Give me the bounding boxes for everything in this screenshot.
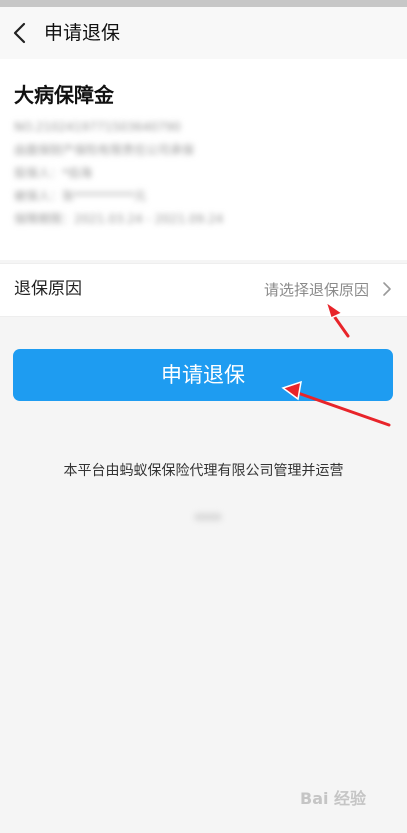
policy-title: 大病保障金 bbox=[14, 83, 114, 107]
refund-reason-select[interactable]: 请选择退保原因 bbox=[264, 279, 369, 301]
chevron-left-icon bbox=[13, 22, 26, 44]
policy-insurer: 由面保财产保险有限责任公司承保 bbox=[14, 143, 195, 157]
blurred-element bbox=[194, 513, 222, 521]
refund-reason-label: 退保原因 bbox=[14, 279, 82, 299]
policy-card: 大病保障金 NO.2102419771503640790 由面保财产保险有限责任… bbox=[0, 59, 407, 260]
status-strip bbox=[0, 0, 407, 7]
watermark: Bai 经验 bbox=[300, 789, 367, 808]
operator-note: 本平台由蚂蚁保保险代理有限公司管理并运营 bbox=[63, 463, 344, 479]
policy-number: NO.2102419771503640790 bbox=[14, 120, 181, 134]
apply-refund-button[interactable]: 申请退保 bbox=[13, 349, 393, 401]
policy-insured: 被保人：张**********元 bbox=[14, 189, 147, 203]
policy-period: 保障期限：2021.03.24 - 2021.09.24 bbox=[14, 212, 224, 226]
refund-reason-row[interactable]: 退保原因 请选择退保原因 bbox=[0, 263, 407, 317]
policy-applicant: 投保人：*伯海 bbox=[14, 166, 93, 180]
page-title: 申请退保 bbox=[44, 22, 121, 44]
back-button[interactable] bbox=[10, 19, 34, 47]
app-header: 申请退保 bbox=[0, 7, 407, 60]
chevron-right-icon bbox=[383, 282, 391, 296]
